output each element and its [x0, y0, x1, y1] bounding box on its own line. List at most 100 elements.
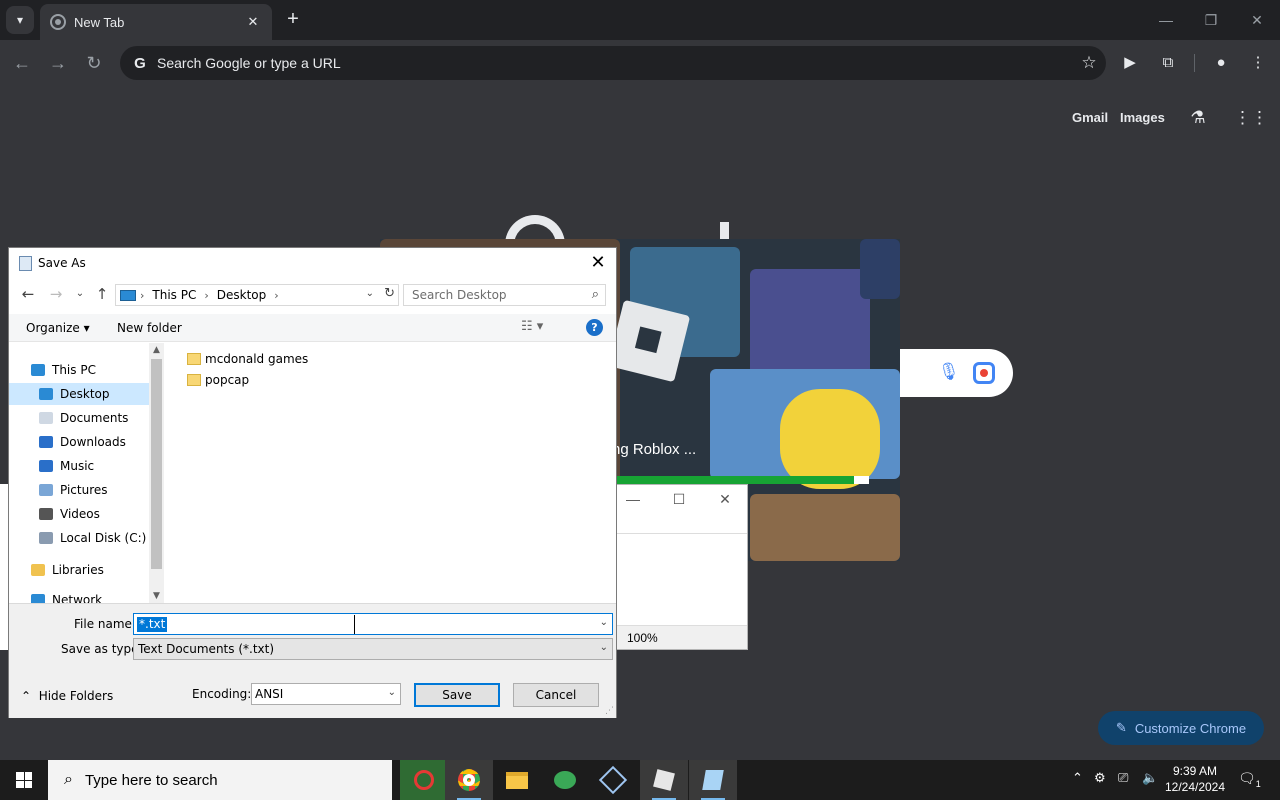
nav-item-desktop[interactable]: Desktop: [9, 383, 149, 405]
breadcrumb-desktop[interactable]: Desktop: [217, 288, 267, 302]
nav-item-label: Videos: [60, 507, 100, 521]
new-tab-button[interactable]: +: [282, 8, 304, 30]
network-icon[interactable]: ⎚: [1118, 770, 1128, 786]
customize-chrome-button[interactable]: ✎ Customize Chrome: [1098, 711, 1264, 745]
start-button[interactable]: [0, 760, 48, 800]
notepad-app-icon[interactable]: [689, 760, 737, 800]
new-folder-button[interactable]: New folder: [117, 321, 182, 335]
tab-new-tab[interactable]: New Tab ✕: [40, 4, 272, 40]
nav-item-label: Downloads: [60, 435, 126, 449]
save-options-pane: File name: *.txt ⌄ Save as type: Text Do…: [9, 603, 616, 718]
tab-search-button[interactable]: ▾: [6, 6, 34, 34]
roblox-app-icon[interactable]: [640, 760, 688, 800]
chevron-down-icon: ▾: [16, 13, 24, 27]
search-desktop-input[interactable]: Search Desktop ⌕: [403, 284, 606, 306]
show-hidden-icons[interactable]: ⌃: [1072, 770, 1083, 786]
internet-download-icon[interactable]: [541, 760, 589, 800]
encoding-select[interactable]: ANSI ⌄: [251, 683, 401, 705]
tab-strip: ▾ New Tab ✕ + — ❐ ✕: [0, 0, 1280, 40]
text-cursor: [354, 615, 355, 634]
notepad-titlebar: — ☐ ✕: [601, 485, 747, 515]
cancel-button[interactable]: Cancel: [513, 683, 599, 707]
forward-arrow-icon[interactable]: →: [47, 285, 65, 303]
notepad-text-area[interactable]: [601, 533, 747, 625]
back-button[interactable]: ←: [9, 50, 35, 76]
bookmark-star-icon[interactable]: ☆: [1072, 53, 1106, 73]
volume-muted-icon[interactable]: 🔈: [1142, 770, 1158, 786]
notepad-maximize-button[interactable]: ☐: [669, 491, 689, 508]
navigation-pane: This PC Desktop Documents Downloads Music Pic…: [9, 343, 164, 603]
nav-item-network[interactable]: Network: [9, 589, 149, 603]
minimize-button[interactable]: —: [1143, 8, 1189, 32]
menu-dots-icon[interactable]: ⋮: [1247, 52, 1269, 74]
nav-item-music[interactable]: Music: [9, 455, 149, 477]
chevron-down-icon[interactable]: ⌄: [388, 687, 396, 698]
microphone-icon[interactable]: 🎙: [938, 362, 960, 386]
images-link[interactable]: Images: [1120, 110, 1165, 125]
notification-center-icon[interactable]: 🗨1: [1238, 770, 1261, 789]
chevron-down-icon[interactable]: ⌄: [600, 642, 608, 653]
notepad-close-button[interactable]: ✕: [715, 491, 735, 508]
recent-locations-icon[interactable]: ⌄: [71, 288, 89, 299]
taskbar-search[interactable]: ⌕ Type here to search: [48, 760, 392, 800]
up-arrow-icon[interactable]: ↑: [93, 285, 111, 303]
nav-item-videos[interactable]: Videos: [9, 503, 149, 525]
close-window-button[interactable]: ✕: [1234, 8, 1280, 32]
file-list-item[interactable]: popcap: [187, 370, 249, 390]
spongebob-tile: [780, 389, 880, 489]
roblox-loading-text: ng Roblox ...: [612, 441, 697, 458]
profile-icon[interactable]: ●: [1210, 52, 1232, 74]
help-icon[interactable]: ?: [586, 319, 603, 336]
file-list-item[interactable]: mcdonald games: [187, 349, 308, 369]
extensions-icon[interactable]: ⧉: [1157, 52, 1179, 74]
restore-button[interactable]: ❐: [1188, 8, 1234, 32]
hide-folders-button[interactable]: ⌃ Hide Folders: [21, 689, 113, 703]
google-lens-icon[interactable]: [973, 362, 995, 384]
gmail-link[interactable]: Gmail: [1072, 110, 1108, 125]
scroll-down-icon[interactable]: ▼: [149, 591, 164, 601]
clock-date: 12/24/2024: [1164, 780, 1226, 794]
defender-icon[interactable]: ⚙: [1094, 770, 1106, 786]
command-bar: Organize ▾ New folder ☷ ▾ ?: [9, 314, 616, 342]
save-type-select[interactable]: Text Documents (*.txt) ⌄: [133, 638, 613, 660]
dialog-close-button[interactable]: ✕: [588, 252, 608, 273]
tab-close-icon[interactable]: ✕: [244, 14, 262, 30]
organize-button[interactable]: Organize ▾: [26, 321, 90, 335]
breadcrumb-this-pc[interactable]: This PC: [152, 288, 196, 302]
search-icon: ⌕: [64, 771, 73, 788]
view-options-icon[interactable]: ☷ ▾: [521, 319, 543, 334]
scroll-up-icon[interactable]: ▲: [149, 345, 164, 355]
media-play-icon[interactable]: ▶: [1119, 52, 1141, 74]
apps-grid-icon[interactable]: ⋮⋮: [1234, 108, 1268, 130]
clock[interactable]: 9:39 AM 12/24/2024: [1160, 763, 1230, 795]
pc-icon: [31, 364, 45, 376]
nav-scrollbar[interactable]: ▲ ▼: [149, 343, 164, 603]
back-arrow-icon[interactable]: ←: [19, 285, 37, 303]
labs-flask-icon[interactable]: ⚗: [1186, 108, 1210, 130]
pictures-icon: [39, 484, 53, 496]
opera-app-icon[interactable]: [400, 760, 448, 800]
virtualbox-icon[interactable]: [589, 760, 637, 800]
file-explorer-icon[interactable]: [493, 760, 541, 800]
nav-item-pictures[interactable]: Pictures: [9, 479, 149, 501]
forward-button[interactable]: →: [45, 50, 71, 76]
reload-button[interactable]: ↻: [81, 50, 107, 76]
nav-item-documents[interactable]: Documents: [9, 407, 149, 429]
nav-item-downloads[interactable]: Downloads: [9, 431, 149, 453]
scroll-thumb[interactable]: [151, 359, 162, 569]
resize-grip-icon[interactable]: ⋰: [605, 706, 614, 716]
chevron-down-icon[interactable]: ⌄: [600, 617, 608, 628]
file-name-input[interactable]: *.txt ⌄: [133, 613, 613, 635]
notepad-minimize-button[interactable]: —: [623, 491, 643, 507]
nav-item-local-disk-c[interactable]: Local Disk (C:): [9, 527, 149, 549]
refresh-icon[interactable]: ↻: [384, 286, 395, 301]
address-bar[interactable]: › This PC › Desktop › ⌄ ↻: [115, 284, 399, 306]
omnibox[interactable]: G Search Google or type a URL ☆: [120, 46, 1106, 80]
save-button[interactable]: Save: [414, 683, 500, 707]
address-dropdown-icon[interactable]: ⌄: [366, 288, 374, 299]
nav-item-this-pc[interactable]: This PC: [9, 359, 149, 381]
chrome-app-icon[interactable]: [445, 760, 493, 800]
libraries-icon: [31, 564, 45, 576]
encoding-label: Encoding:: [192, 687, 252, 701]
nav-item-libraries[interactable]: Libraries: [9, 559, 149, 581]
